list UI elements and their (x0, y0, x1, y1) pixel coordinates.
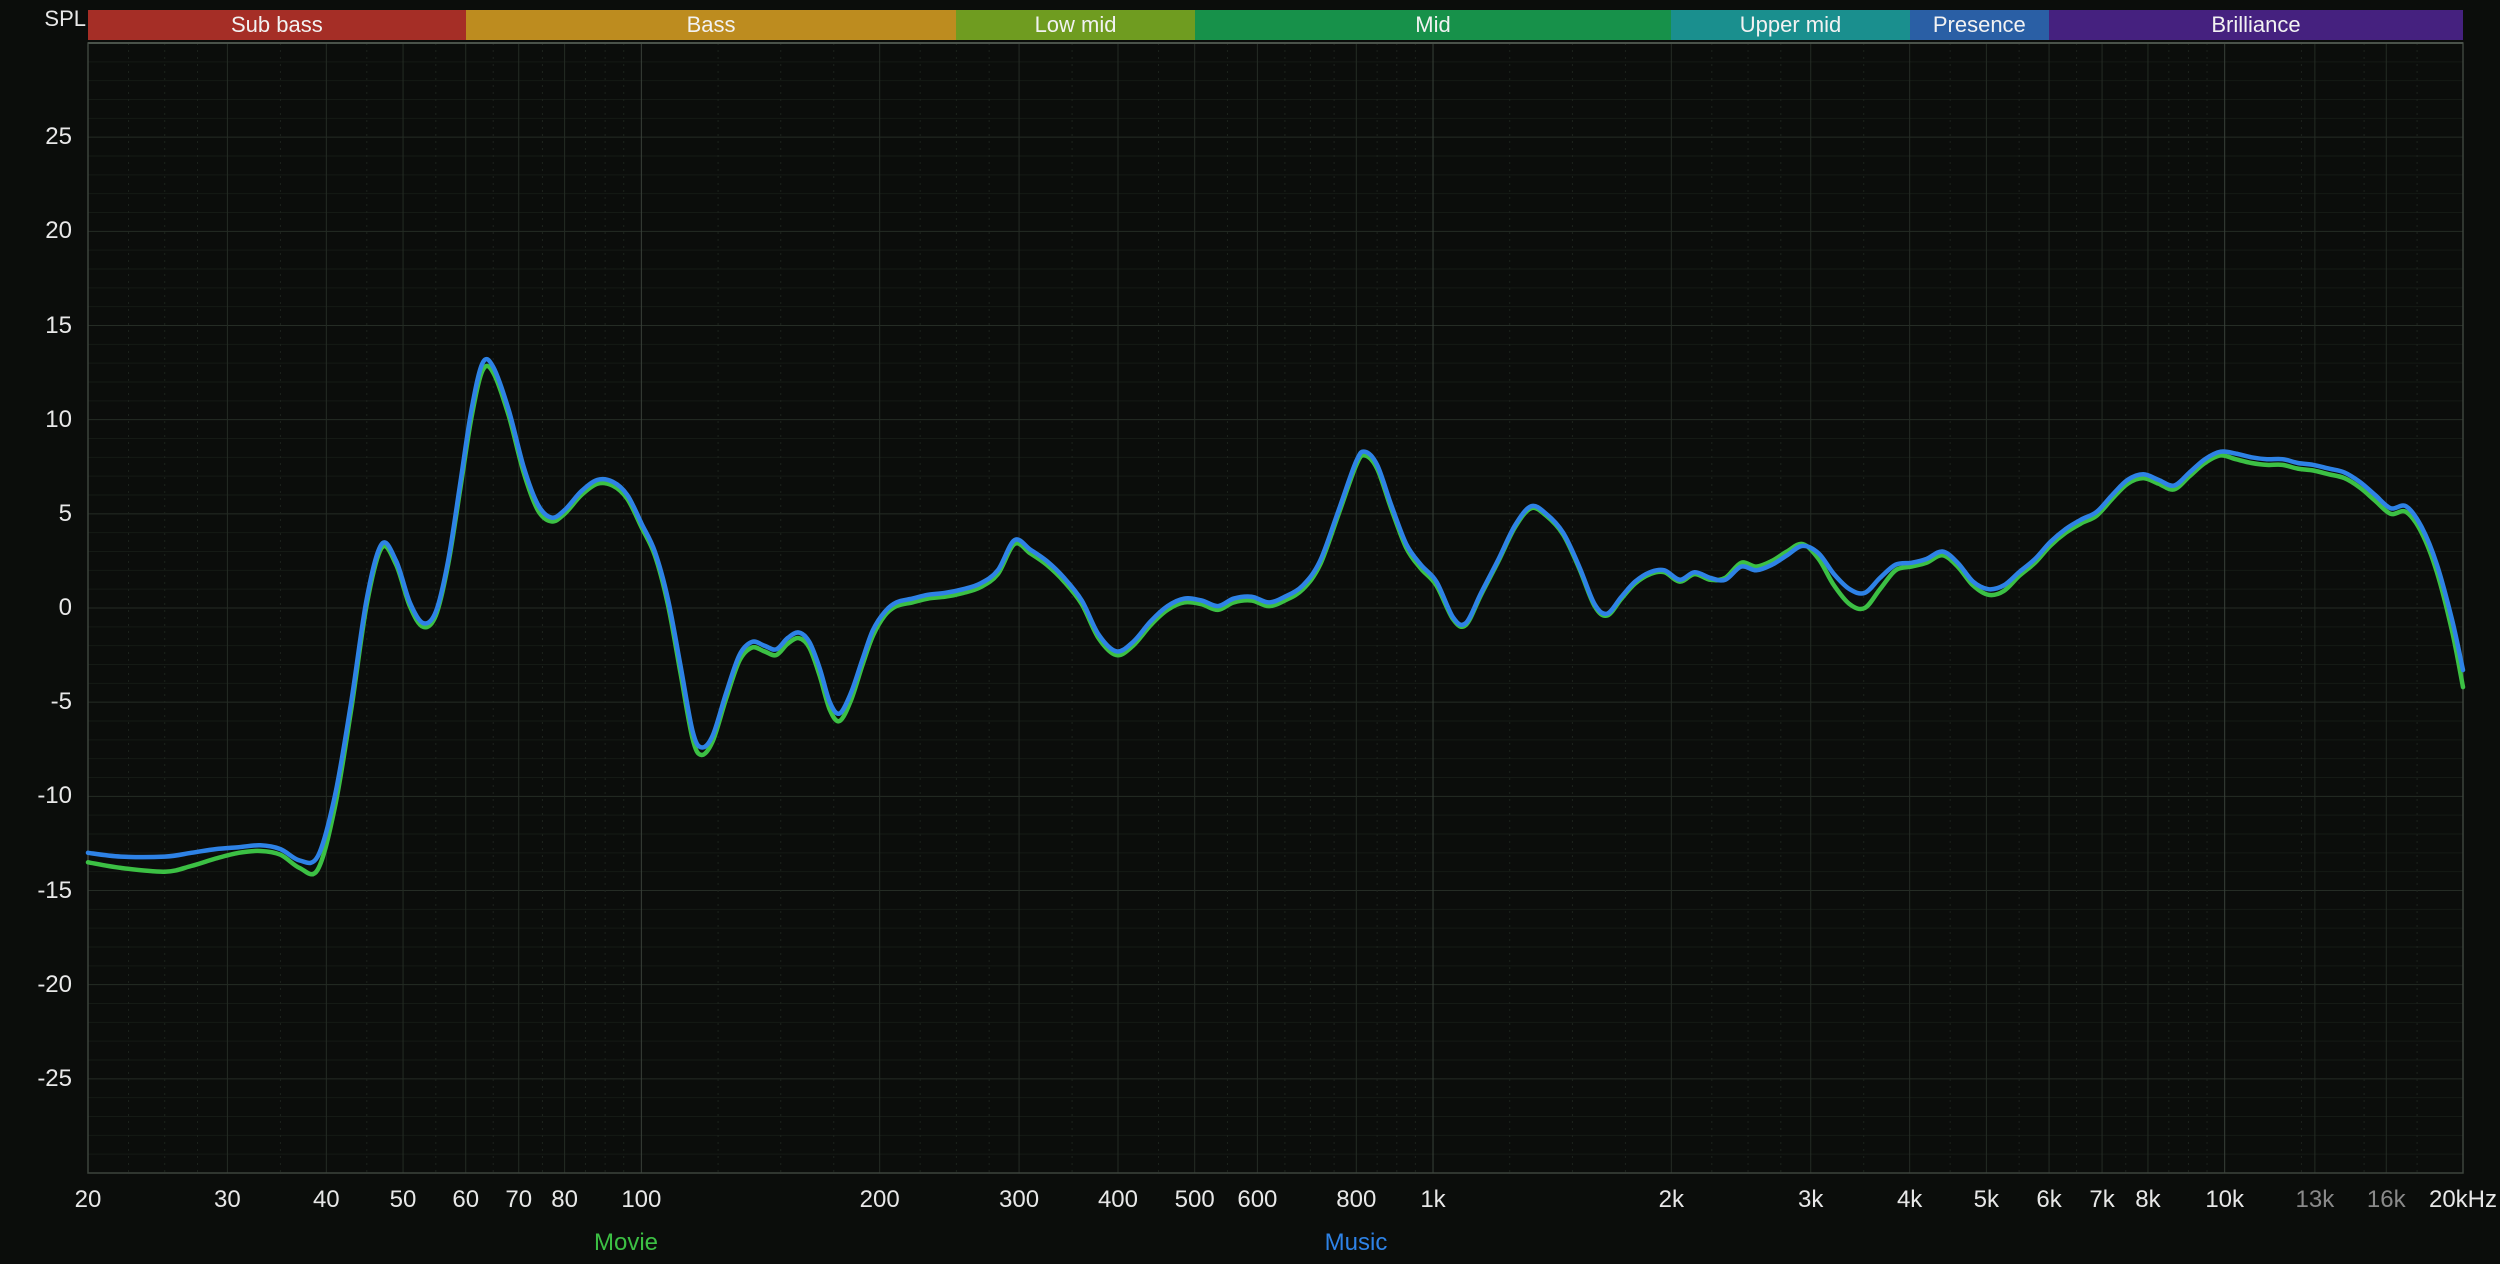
y-tick--25: -25 (37, 1064, 72, 1092)
x-tick-3k: 3k (1798, 1186, 1824, 1213)
x-tick-60: 60 (452, 1186, 480, 1213)
x-tick-5k: 5k (1973, 1186, 2000, 1213)
x-tick-80: 80 (551, 1186, 578, 1213)
chart-grid (87, 43, 2464, 1173)
x-tick-40: 40 (312, 1186, 340, 1213)
x-tick-200: 200 (859, 1186, 900, 1213)
frequency-response-chart (85, 42, 2466, 1174)
x-tick-400: 400 (1097, 1186, 1138, 1213)
y-tick-5: 5 (58, 499, 72, 527)
x-tick-70: 70 (505, 1186, 533, 1213)
x-tick-30: 30 (214, 1186, 241, 1213)
x-tick-4k: 4k (1896, 1186, 1923, 1213)
legend-movie: Movie (593, 1229, 659, 1256)
x-tick-100: 100 (621, 1186, 662, 1213)
y-tick-25: 25 (45, 123, 72, 151)
x-tick-600: 600 (1237, 1186, 1278, 1213)
x-tick-16k: 16k (2366, 1186, 2406, 1213)
x-tick-6k: 6k (2036, 1186, 2062, 1213)
y-tick-20: 20 (45, 217, 72, 245)
x-tick-2k: 2k (1658, 1186, 1685, 1213)
series-movie-curve (85, 363, 2466, 877)
frequency-response-screen: SPL Sub bass Bass Low mid Mid Upper mid Prese… (0, 0, 2500, 1264)
y-tick-15: 15 (45, 311, 72, 339)
chart-curves (85, 356, 2466, 877)
y-tick--15: -15 (37, 876, 72, 904)
y-axis-tick-labels: 25 20 15 10 5 0 -5 -10 -15 -20 -25 (8, 0, 72, 1264)
x-tick-500: 500 (1174, 1186, 1215, 1213)
y-tick--20: -20 (37, 970, 72, 998)
x-tick-13k: 13k (2295, 1186, 2335, 1213)
x-tick-800: 800 (1336, 1186, 1377, 1213)
y-tick--5: -5 (50, 688, 72, 716)
y-tick-0: 0 (58, 594, 72, 621)
series-music-curve (85, 356, 2466, 866)
legend-music: Music (1324, 1229, 1388, 1256)
x-tick-10k: 10k (2205, 1186, 2245, 1213)
x-tick-300: 300 (999, 1186, 1040, 1213)
y-tick--10: -10 (37, 782, 72, 810)
x-tick-20kHz: 20kHz (2428, 1186, 2498, 1213)
x-tick-50: 50 (389, 1186, 417, 1213)
y-tick-10: 10 (45, 405, 72, 433)
x-tick-20: 20 (74, 1186, 102, 1213)
x-axis-tick-labels: 20 30 40 50 60 70 80 100 200 300 400 500 600 800 1k 2k 3… (0, 1186, 2500, 1218)
x-tick-1k: 1k (1420, 1186, 1446, 1213)
x-tick-8k: 8k (2135, 1186, 2161, 1213)
x-tick-7k: 7k (2089, 1186, 2115, 1213)
